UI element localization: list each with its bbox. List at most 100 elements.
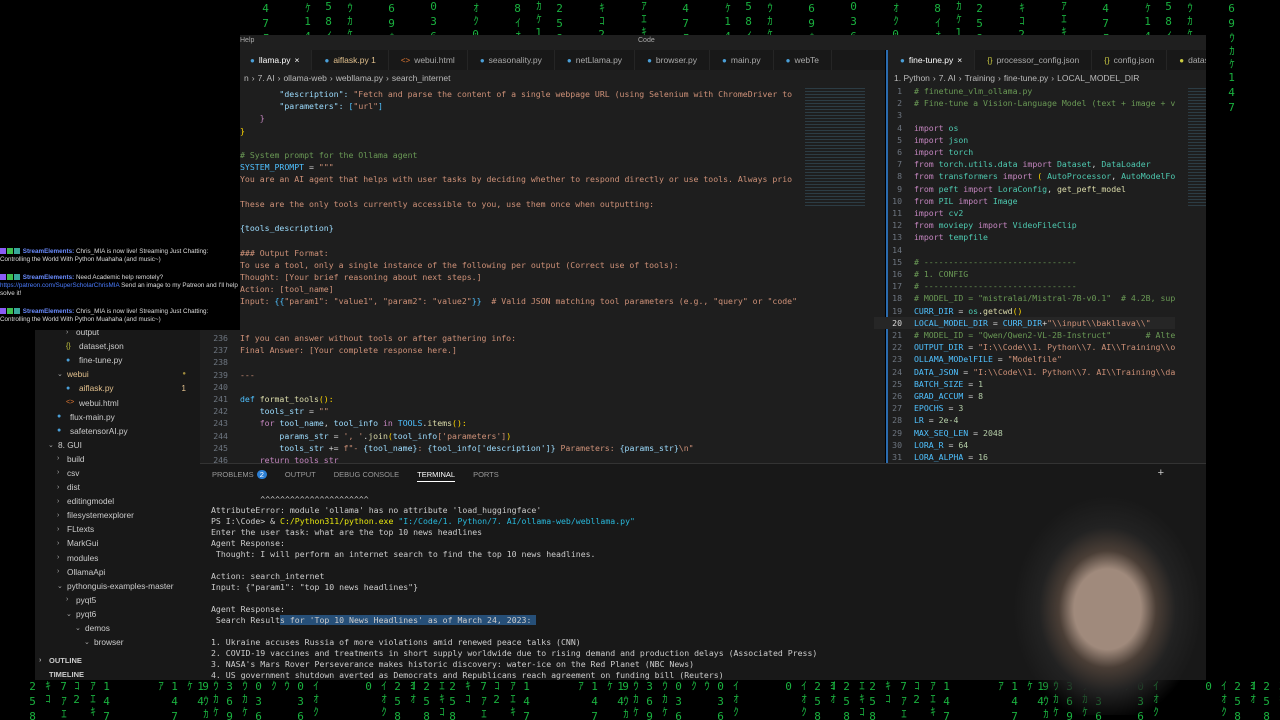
tree-item-fltexts[interactable]: › FLtexts <box>35 522 200 536</box>
panel-tab-output[interactable]: OUTPUT <box>285 470 316 482</box>
tree-item-pythonguis-examples-master[interactable]: ⌄ pythonguis-examples-master <box>35 579 200 593</box>
code-token: {tool_info['description']} <box>427 442 556 453</box>
panel-tab-terminal[interactable]: TERMINAL <box>417 470 456 482</box>
tree-item-demos[interactable]: ⌄ demos <box>35 621 200 635</box>
code-token: = <box>304 406 319 417</box>
command-center[interactable]: Code <box>638 37 655 44</box>
tab-main-py[interactable]: ● main.py <box>710 50 774 70</box>
outline-section[interactable]: › OUTLINE <box>39 653 82 667</box>
tree-item-pyqt6[interactable]: ⌄ pyqt6 <box>35 607 200 621</box>
line-number: 243 <box>213 418 228 429</box>
matrix-glyphs: ｴｷｺ258ｲｵ <box>826 680 868 720</box>
code-token: from <box>914 220 939 231</box>
tree-item-modules[interactable]: › modules <box>35 551 200 565</box>
breadcrumb-item[interactable]: LOCAL_MODEL_DIR <box>1057 73 1139 83</box>
breadcrumb-item[interactable]: 7. AI <box>258 73 275 83</box>
code-right[interactable]: 1 # finetune_vlm_ollama.py 2 # Fine-tune a … <box>874 85 1176 463</box>
editor-right[interactable]: ● fine-tune.py ×{} processor_config.json{} c… <box>874 50 1206 463</box>
tree-item-fine-tune-py[interactable]: ● fine-tune.py <box>35 353 200 367</box>
chat-username[interactable]: StreamElements: <box>21 248 74 255</box>
tree-item-csv[interactable]: › csv <box>35 466 200 480</box>
chevron-down-icon: ⌄ <box>84 639 90 647</box>
tab-llama-py[interactable]: ● llama.py × <box>238 50 313 70</box>
code-left[interactable]: 216 "description": "Fetch and parse the … <box>200 88 797 466</box>
tab-seasonality-py[interactable]: ● seasonality.py <box>468 50 555 70</box>
code-token: join <box>368 430 388 441</box>
tree-item-filesystemexplorer[interactable]: › filesystemexplorer <box>35 508 200 522</box>
panel-tab-problems[interactable]: PROBLEMS 2 <box>212 470 267 482</box>
tree-item-build[interactable]: › build <box>35 452 200 466</box>
menu-help[interactable]: Help <box>240 37 254 44</box>
tab-config-json[interactable]: {} config.json <box>1092 50 1168 70</box>
tree-item-8-gui[interactable]: ⌄ 8. GUI <box>35 438 200 452</box>
tree-item-dataset-json[interactable]: {} dataset.json <box>35 339 200 353</box>
code-token: MAX_SEQ_LEN <box>914 427 969 438</box>
new-terminal-icon[interactable]: + <box>1158 467 1164 479</box>
code-token: ### Output Format: <box>240 247 329 258</box>
file-icon: ● <box>250 55 255 65</box>
breadcrumb-item[interactable]: search_internet <box>392 73 451 83</box>
code-line: 29 MAX_SEQ_LEN = 2048 <box>874 427 1175 439</box>
tree-item-ollamaapi[interactable]: › OllamaApi <box>35 565 200 579</box>
breadcrumb-left: n › 7. AI › ollama-web › webllama.py › search_in… <box>238 70 885 86</box>
code-token: "" <box>318 406 329 417</box>
line-number: 15 <box>892 256 902 267</box>
tab-browser-py[interactable]: ● browser.py <box>635 50 711 70</box>
breadcrumb-item[interactable]: 7. AI <box>939 73 956 83</box>
code-token: ['parameters'] <box>437 430 507 441</box>
tree-item-webui[interactable]: ⌄ webui ● <box>35 367 200 381</box>
outline-label: OUTLINE <box>49 655 82 665</box>
terminal-line: PS I:\Code> & C:/Python311/python.exe "I… <box>211 516 817 527</box>
tab-processor-config-json[interactable]: {} processor_config.json <box>975 50 1093 70</box>
panel-tab-ports[interactable]: PORTS <box>473 470 499 482</box>
close-icon[interactable]: × <box>295 55 300 65</box>
terminal-text: ^^^^^^^^^^^^^^^^^^^^^^ <box>211 494 369 504</box>
tree-item-safetensorai-py[interactable]: ● safetensorAI.py <box>35 424 200 438</box>
tree-item-dist[interactable]: › dist <box>35 480 200 494</box>
breadcrumb-item[interactable]: webllama.py <box>336 73 383 83</box>
tab-fine-tune-py[interactable]: ● fine-tune.py × <box>888 50 976 70</box>
close-icon[interactable]: × <box>957 55 962 65</box>
breadcrumb-item[interactable]: Training <box>965 73 995 83</box>
terminal-text: s for 'Top 10 News Headlines' as of Marc… <box>280 615 537 625</box>
terminal-output[interactable]: ^^^^^^^^^^^^^^^^^^^^^^ AttributeError: mo… <box>211 494 817 681</box>
tree-item-webui-html[interactable]: <> webui.html <box>35 395 200 409</box>
code-token: LoraConfig <box>997 183 1048 194</box>
breadcrumb-item[interactable]: n <box>244 73 249 83</box>
breadcrumb-item[interactable]: 1. Python <box>894 73 930 83</box>
tab-webui-html[interactable]: <> webui.html <box>389 50 468 70</box>
code-token: {{ <box>274 296 285 307</box>
breadcrumb-item[interactable]: fine-tune.py <box>1004 73 1048 83</box>
chat-username[interactable]: StreamElements: <box>21 274 74 281</box>
file-icon: ● <box>66 356 71 364</box>
tab-netllama-py[interactable]: ● netLlama.py <box>555 50 636 70</box>
tab-aiflask-py-1[interactable]: ● aiflask.py 1 <box>312 50 389 70</box>
tab-webte[interactable]: ● webTe <box>774 50 833 70</box>
line-number: 28 <box>892 415 902 426</box>
tree-item-flux-main-py[interactable]: ● flux-main.py <box>35 410 200 424</box>
tree-item-browser[interactable]: ⌄ browser <box>35 635 200 649</box>
line-number: 25 <box>892 378 902 389</box>
minimap-right[interactable] <box>1188 86 1206 206</box>
tree-item-editingmodel[interactable]: › editingmodel <box>35 494 200 508</box>
code-token: = <box>963 391 979 402</box>
chat-link[interactable]: https://patreon.com/SuperScholarChrisMIA <box>0 282 119 289</box>
code-token: = <box>304 162 319 173</box>
code-line: 231Thought: [Your brief reasoning about … <box>200 271 797 283</box>
breadcrumb-item[interactable]: ollama-web <box>283 73 326 83</box>
panel-tab-debug-console[interactable]: DEBUG CONSOLE <box>334 470 399 482</box>
editor-left[interactable]: ● llama.py × ● aiflask.py 1 <> webui.html ● seas… <box>200 50 885 466</box>
code-token: , <box>323 418 334 429</box>
tree-item-markgui[interactable]: › MarkGui <box>35 536 200 550</box>
line-number: 4 <box>897 122 902 133</box>
chat-username[interactable]: StreamElements: <box>21 308 74 315</box>
code-line: 19 CURR_DIR = os.getcwd() <box>874 305 1175 317</box>
code-token: () <box>1012 305 1023 316</box>
tree-item-pyqt5[interactable]: › pyqt5 <box>35 593 200 607</box>
tree-item-aiflask-py[interactable]: ● aiflask.py 1 <box>35 381 200 395</box>
terminal-line: 3. NASA's Mars Rover Perseverance makes … <box>211 659 817 670</box>
tab-datas[interactable]: ●datas <box>1167 50 1206 70</box>
minimap-left[interactable] <box>805 86 865 206</box>
timeline-section[interactable]: TIMELINE <box>49 667 84 681</box>
